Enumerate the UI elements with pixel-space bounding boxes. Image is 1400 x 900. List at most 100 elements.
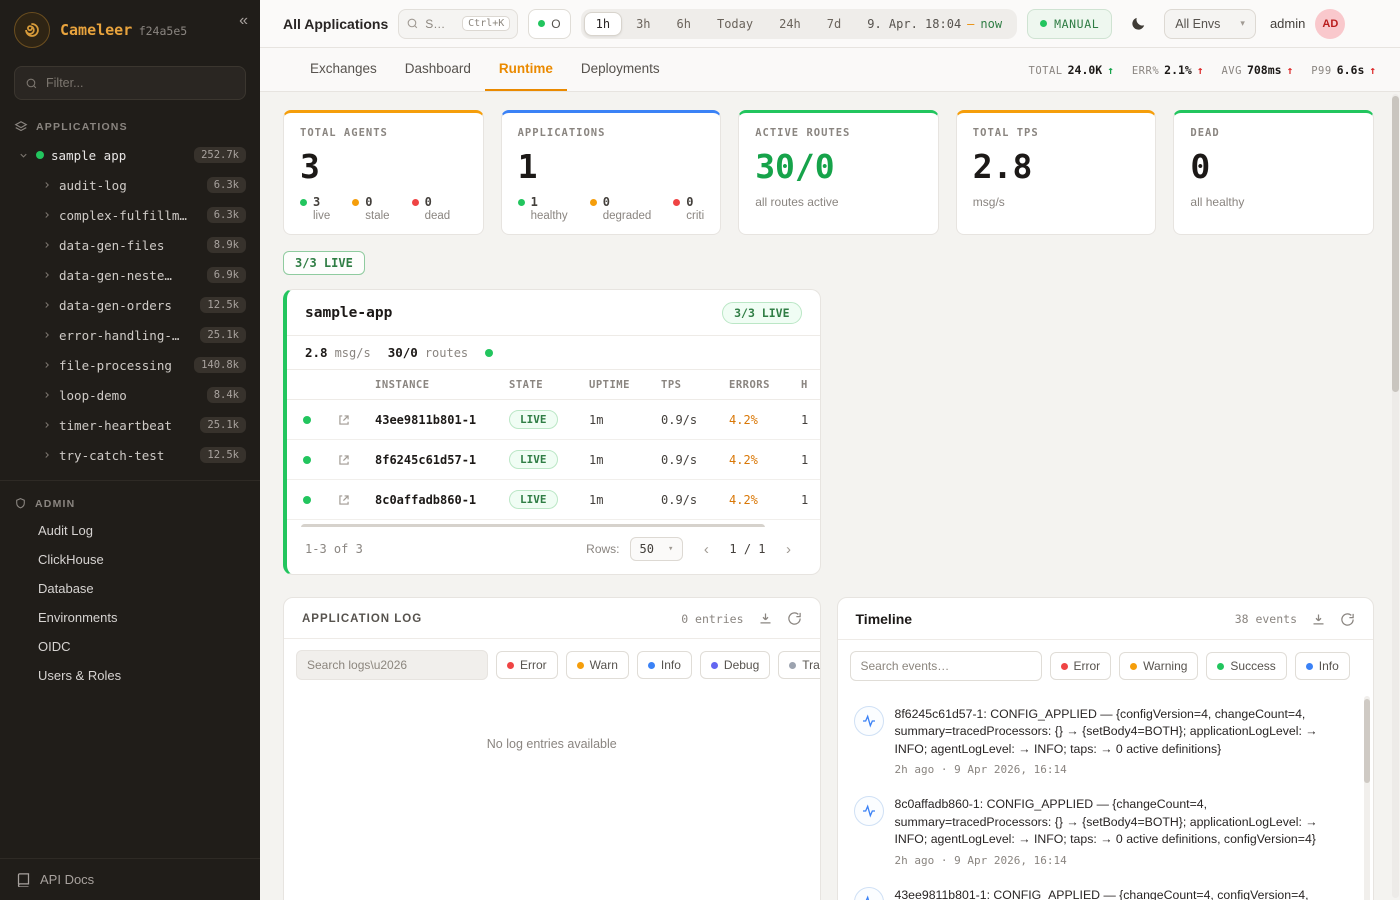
range-button-7d[interactable]: 7d <box>815 12 853 36</box>
stat-num: 0 <box>686 195 693 209</box>
tree-item-timer-heartbeat[interactable]: timer-heartbeat 25.1k <box>0 410 260 440</box>
chip-label: Debug <box>724 658 759 672</box>
stat-label: live <box>313 210 330 222</box>
tab-exchanges[interactable]: Exchanges <box>296 48 391 91</box>
stat-label: stale <box>365 210 389 222</box>
filter-chip-error[interactable]: Error <box>496 651 558 679</box>
card-label: ACTIVE ROUTES <box>755 127 922 139</box>
status-dot <box>673 199 680 206</box>
admin-item-oidc[interactable]: OIDC <box>0 632 260 661</box>
tree-item-complex-fulfillment[interactable]: complex-fulfillm… 6.3k <box>0 200 260 230</box>
admin-section-header: ADMIN <box>0 489 260 516</box>
external-link-icon[interactable] <box>337 453 375 467</box>
tab-deployments[interactable]: Deployments <box>567 48 674 91</box>
sidebar-collapse-button[interactable]: « <box>239 12 248 30</box>
timeline-scrollbar[interactable] <box>1364 696 1370 900</box>
admin-item-database[interactable]: Database <box>0 574 260 603</box>
range-button-today[interactable]: Today <box>705 12 765 36</box>
timeline-event[interactable]: 8f6245c61d57-1: CONFIG_APPLIED — {config… <box>850 696 1358 786</box>
range-button-6h[interactable]: 6h <box>665 12 703 36</box>
live-summary-pill: 3/3 LIVE <box>283 251 365 275</box>
external-link-icon[interactable] <box>337 493 375 507</box>
stat-num: 1 <box>531 195 538 209</box>
timeline-event[interactable]: 43ee9811b801-1: CONFIG_APPLIED — {change… <box>850 877 1358 900</box>
admin-section-label: ADMIN <box>35 498 75 510</box>
tree-item-data-gen-nested[interactable]: data-gen-neste… 6.9k <box>0 260 260 290</box>
tree-item-label: timer-heartbeat <box>59 418 172 433</box>
filter-chip-success[interactable]: Success <box>1206 652 1286 680</box>
table-row[interactable]: 8c0affadb860-1 LIVE 1m 0.9/s 4.2% 1 <box>287 480 820 520</box>
timeline-search[interactable] <box>850 651 1042 681</box>
log-search-input[interactable] <box>307 658 477 672</box>
tree-item-data-gen-orders[interactable]: data-gen-orders 12.5k <box>0 290 260 320</box>
date-range-display[interactable]: 9. Apr. 18:04 — now <box>855 17 1014 31</box>
refresh-icon[interactable] <box>787 611 802 626</box>
state-badge: LIVE <box>509 490 558 509</box>
timeline-search-input[interactable] <box>861 659 1031 673</box>
window-scrollbar[interactable] <box>1392 94 1399 898</box>
card-value: 30/0 <box>755 147 922 186</box>
tree-item-error-handling[interactable]: error-handling-… 25.1k <box>0 320 260 350</box>
errors-cell: 4.2% <box>729 453 801 467</box>
card-subtext: all healthy <box>1190 195 1357 209</box>
filter-input[interactable] <box>46 76 235 90</box>
global-search[interactable]: S… Ctrl+K <box>398 9 518 39</box>
tree-item-file-processing[interactable]: file-processing 140.8k <box>0 350 260 380</box>
filter-chip-warn[interactable]: Warn <box>566 651 629 679</box>
admin-item-environments[interactable]: Environments <box>0 603 260 632</box>
timeline-event[interactable]: 8c0affadb860-1: CONFIG_APPLIED — {change… <box>850 786 1358 876</box>
app-window: Cameleer f24a5e5 « APPLICATIONS sample a… <box>0 0 1400 900</box>
tree-item-audit-log[interactable]: audit-log 6.3k <box>0 170 260 200</box>
table-row[interactable]: 8f6245c61d57-1 LIVE 1m 0.9/s 4.2% 1 <box>287 440 820 480</box>
date-range-from: 9. Apr. 18:04 <box>867 17 961 31</box>
stat-label: dead <box>425 210 451 222</box>
api-docs-link[interactable]: API Docs <box>0 858 260 900</box>
avatar[interactable]: AD <box>1315 9 1345 39</box>
table-row[interactable]: 43ee9811b801-1 LIVE 1m 0.9/s 4.2% 1 <box>287 400 820 440</box>
filter-chip-trace[interactable]: Trace <box>778 651 820 679</box>
online-status-pill[interactable]: O <box>528 9 570 39</box>
tree-item-data-gen-files[interactable]: data-gen-files 8.9k <box>0 230 260 260</box>
page-indicator: 1 / 1 <box>729 542 765 556</box>
next-page-button[interactable]: › <box>776 536 802 562</box>
range-button-3h[interactable]: 3h <box>624 12 662 36</box>
manual-mode-button[interactable]: MANUAL <box>1027 9 1112 39</box>
download-icon[interactable] <box>758 611 773 626</box>
tab-dashboard[interactable]: Dashboard <box>391 48 485 91</box>
rows-per-page-select[interactable]: 50 ▾ <box>630 537 684 561</box>
filter-chip-info[interactable]: Info <box>1295 652 1350 680</box>
tps-unit: msg/s <box>335 346 371 360</box>
chip-label: Trace <box>802 658 820 672</box>
tree-item-label: try-catch-test <box>59 448 164 463</box>
instances-table: INSTANCE STATE UPTIME TPS ERRORS H 43ee9… <box>287 370 820 527</box>
range-button-1h[interactable]: 1h <box>584 12 622 36</box>
filter-chip-error[interactable]: Error <box>1050 652 1112 680</box>
brand: Cameleer f24a5e5 <box>60 21 187 40</box>
card-value: 3 <box>300 147 467 186</box>
admin-item-users-roles[interactable]: Users & Roles <box>0 661 260 690</box>
tps-value: 2.8 <box>305 345 328 360</box>
chip-label: Error <box>520 658 547 672</box>
tree-item-try-catch-test[interactable]: try-catch-test 12.5k <box>0 440 260 470</box>
sidebar-filter[interactable] <box>14 66 246 100</box>
sidebar-item-sample-app[interactable]: sample app 252.7k <box>0 140 260 170</box>
prev-page-button[interactable]: ‹ <box>693 536 719 562</box>
tree-item-loop-demo[interactable]: loop-demo 8.4k <box>0 380 260 410</box>
dark-mode-toggle[interactable] <box>1122 9 1154 39</box>
refresh-icon[interactable] <box>1340 612 1355 627</box>
environment-select[interactable]: All Envs ▾ <box>1164 9 1256 39</box>
external-link-icon[interactable] <box>337 413 375 427</box>
col-state: STATE <box>509 379 589 391</box>
admin-item-audit-log[interactable]: Audit Log <box>0 516 260 545</box>
filter-chip-warning[interactable]: Warning <box>1119 652 1198 680</box>
range-button-24h[interactable]: 24h <box>767 12 813 36</box>
warning-dot <box>1130 663 1137 670</box>
log-search[interactable] <box>296 650 488 680</box>
tab-runtime[interactable]: Runtime <box>485 48 567 91</box>
card-value: 1 <box>518 147 705 186</box>
filter-chip-info[interactable]: Info <box>637 651 692 679</box>
admin-item-clickhouse[interactable]: ClickHouse <box>0 545 260 574</box>
filter-chip-debug[interactable]: Debug <box>700 651 770 679</box>
status-dot <box>36 151 44 159</box>
download-icon[interactable] <box>1311 612 1326 627</box>
